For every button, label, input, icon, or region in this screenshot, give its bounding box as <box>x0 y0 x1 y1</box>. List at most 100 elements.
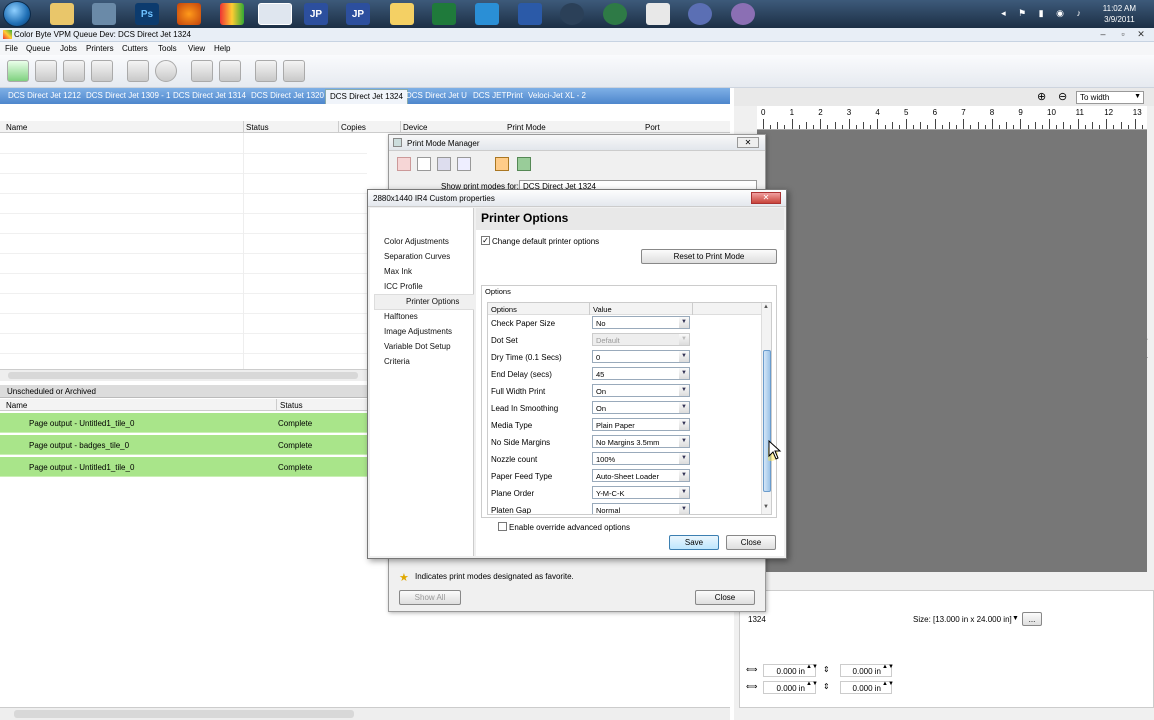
zoom-out-icon[interactable]: ⊖ <box>1058 90 1067 103</box>
tab-dcs-1324[interactable]: DCS Direct Jet 1324 <box>325 89 408 104</box>
menu-printers[interactable]: Printers <box>86 44 114 53</box>
column-divider[interactable] <box>243 121 244 133</box>
menu-tools[interactable]: Tools <box>158 44 177 53</box>
close-icon[interactable]: ✕ <box>737 137 759 148</box>
horizontal-scrollbar[interactable] <box>0 369 367 381</box>
column-divider[interactable] <box>589 303 590 315</box>
close-button[interactable]: Close <box>726 535 776 550</box>
delete-job-icon[interactable] <box>35 60 57 82</box>
option-select[interactable]: On ▼ <box>592 401 690 414</box>
spinner-icon[interactable]: ▲▼ <box>806 681 818 687</box>
column-copies[interactable]: Copies <box>341 123 366 132</box>
print-icon[interactable] <box>191 60 213 82</box>
globe-icon[interactable] <box>731 3 755 25</box>
spinner-icon[interactable]: ▲▼ <box>882 664 894 670</box>
menu-queue[interactable]: Queue <box>26 44 50 53</box>
header-options[interactable]: Options <box>491 305 517 314</box>
cancel-print-icon[interactable] <box>219 60 241 82</box>
nav-variable-dot-setup[interactable]: Variable Dot Setup <box>384 342 451 351</box>
new-mode-icon[interactable] <box>397 157 411 171</box>
option-select[interactable]: 0 ▼ <box>592 350 690 363</box>
queue-grid[interactable] <box>0 133 367 369</box>
reset-to-print-mode-button[interactable]: Reset to Print Mode <box>641 249 777 264</box>
import-icon[interactable] <box>495 157 509 171</box>
zoom-select[interactable]: To width ▼ <box>1076 91 1144 104</box>
ie-icon[interactable] <box>475 3 499 25</box>
tab-dcs-jetprint[interactable]: DCS JETPrint <box>473 91 523 100</box>
color-byte-icon[interactable] <box>220 3 244 25</box>
photoshop-icon[interactable]: Ps <box>135 3 159 25</box>
tab-dcs-1309[interactable]: DCS Direct Jet 1309 - 1 <box>86 91 170 100</box>
column-status[interactable]: Status <box>246 123 269 132</box>
pmm-close-button[interactable]: Close <box>695 590 755 605</box>
menu-view[interactable]: View <box>188 44 205 53</box>
network-icon[interactable] <box>92 3 116 25</box>
size-options-button[interactable]: ... <box>1022 612 1042 626</box>
scroll-up-icon[interactable]: ⇧ <box>1142 336 1150 347</box>
scrollbar-thumb[interactable] <box>763 350 771 492</box>
edit-mode-icon[interactable] <box>437 157 451 171</box>
nav-printer-options[interactable]: Printer Options <box>406 297 459 306</box>
properties-icon[interactable] <box>457 157 471 171</box>
vpm-icon[interactable] <box>258 3 292 25</box>
archive-column-name[interactable]: Name <box>6 401 27 410</box>
scroll-down-icon[interactable]: ⇩ <box>1142 351 1150 362</box>
preview-canvas[interactable] <box>757 130 1147 572</box>
menu-jobs[interactable]: Jobs <box>60 44 77 53</box>
zoom-in-icon[interactable]: ⊕ <box>1037 90 1046 103</box>
horizontal-scrollbar[interactable] <box>0 707 730 720</box>
nav-image-adjustments[interactable]: Image Adjustments <box>384 327 452 336</box>
options-scrollbar[interactable]: ▲ ▼ <box>761 303 771 514</box>
option-select[interactable]: No Margins 3.5mm ▼ <box>592 435 690 448</box>
scrollbar-thumb[interactable] <box>14 710 354 718</box>
nav-max-ink[interactable]: Max Ink <box>384 267 412 276</box>
column-device[interactable]: Device <box>403 123 427 132</box>
tool-icon[interactable] <box>646 3 670 25</box>
tab-velocijet[interactable]: Veloci-Jet XL - 2 <box>528 91 586 100</box>
add-job-icon[interactable] <box>7 60 29 82</box>
archive-row[interactable]: Page output - Untitled1_tile_0 Complete <box>0 457 367 477</box>
jp-icon[interactable]: JP <box>304 3 328 25</box>
tab-dcs-1320[interactable]: DCS Direct Jet 1320 <box>251 91 324 100</box>
close-icon[interactable]: ✕ <box>1132 29 1150 40</box>
refresh-icon[interactable] <box>603 3 627 25</box>
word-icon[interactable] <box>518 3 542 25</box>
nav-separation-curves[interactable]: Separation Curves <box>384 252 450 261</box>
column-name[interactable]: Name <box>6 123 27 132</box>
tab-dcs-u[interactable]: DCS Direct Jet U <box>406 91 467 100</box>
printer-icon[interactable] <box>283 60 305 82</box>
archive-row[interactable]: Page output - badges_tile_0 Complete <box>0 435 367 455</box>
scrollbar-thumb[interactable] <box>8 372 358 379</box>
change-default-checkbox[interactable]: ✓ <box>481 236 490 245</box>
globe-icon[interactable] <box>688 3 712 25</box>
spinner-icon[interactable]: ▲▼ <box>882 681 894 687</box>
enable-advanced-checkbox[interactable] <box>498 522 507 531</box>
scroll-up-icon[interactable]: ▲ <box>763 304 769 310</box>
maximize-icon[interactable]: ▫ <box>1114 29 1132 39</box>
explorer-icon[interactable] <box>50 3 74 25</box>
clock[interactable]: 11:02 AM 3/9/2011 <box>1103 3 1136 25</box>
nav-criteria[interactable]: Criteria <box>384 357 410 366</box>
jp-icon[interactable]: JP <box>346 3 370 25</box>
option-select[interactable]: No ▼ <box>592 316 690 329</box>
nav-halftones[interactable]: Halftones <box>384 312 418 321</box>
tab-dcs-1212[interactable]: DCS Direct Jet 1212 <box>8 91 81 100</box>
column-divider[interactable] <box>692 303 693 315</box>
spinner-icon[interactable]: ▲▼ <box>806 664 818 670</box>
chevron-down-icon[interactable]: ▼ <box>1012 615 1019 622</box>
tab-dcs-1314[interactable]: DCS Direct Jet 1314 <box>173 91 246 100</box>
scroll-down-icon[interactable]: ▼ <box>763 504 769 510</box>
copy-mode-icon[interactable] <box>417 157 431 171</box>
archive-row[interactable]: Page output - Untitled1_tile_0 Complete <box>0 413 367 433</box>
option-select[interactable]: Plain Paper ▼ <box>592 418 690 431</box>
menu-cutters[interactable]: Cutters <box>122 44 148 53</box>
gear-icon[interactable] <box>560 3 584 25</box>
firefox-icon[interactable] <box>177 3 201 25</box>
option-select[interactable]: Auto-Sheet Loader ▼ <box>592 469 690 482</box>
properties-icon[interactable] <box>255 60 277 82</box>
option-select[interactable]: 100% ▼ <box>592 452 690 465</box>
column-print-mode[interactable]: Print Mode <box>507 123 546 132</box>
menu-file[interactable]: File <box>5 44 18 53</box>
minimize-icon[interactable]: – <box>1094 29 1112 39</box>
archive-column-status[interactable]: Status <box>280 401 303 410</box>
